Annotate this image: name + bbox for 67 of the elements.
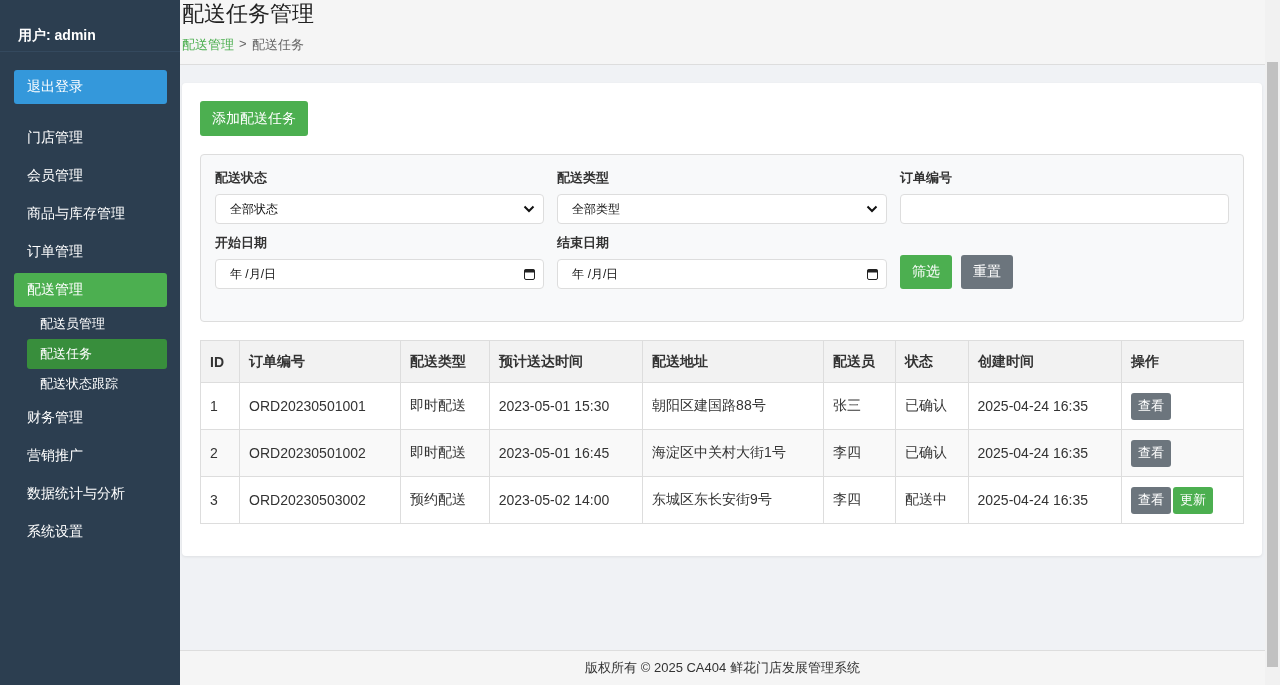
calendar-icon	[866, 268, 878, 280]
chevron-down-icon	[523, 205, 536, 213]
table-cell: 配送中	[895, 476, 968, 524]
nav-item[interactable]: 数据统计与分析	[14, 477, 167, 511]
table-cell: 预约配送	[400, 476, 490, 524]
table-cell: 2023-05-01 16:45	[489, 429, 643, 477]
column-header: 创建时间	[968, 340, 1122, 383]
view-button[interactable]: 查看	[1130, 439, 1171, 467]
table-cell: ORD20230503002	[239, 476, 401, 524]
table-cell: 2025-04-24 16:35	[968, 476, 1122, 524]
column-header: 配送地址	[642, 340, 824, 383]
table-cell: 张三	[823, 382, 896, 430]
table-cell: 朝阳区建国路88号	[642, 382, 824, 430]
column-header: 预计送达时间	[489, 340, 643, 383]
column-header: ID	[200, 340, 240, 383]
table-cell: 2023-05-02 14:00	[489, 476, 643, 524]
table-cell: 已确认	[895, 429, 968, 477]
select-field[interactable]: 全部状态	[215, 194, 545, 224]
table-cell: ORD20230501002	[239, 429, 401, 477]
nav-subitem[interactable]: 配送员管理	[27, 309, 167, 339]
table-cell: 2	[200, 429, 240, 477]
nav-item[interactable]: 门店管理	[14, 121, 167, 155]
view-button[interactable]: 查看	[1130, 392, 1171, 420]
table-cell: 1	[200, 382, 240, 430]
table-cell: 即时配送	[400, 382, 490, 430]
nav-item[interactable]: 订单管理	[14, 235, 167, 269]
column-header: 配送类型	[400, 340, 490, 383]
table-cell: 2025-04-24 16:35	[968, 382, 1122, 430]
table-cell: 李四	[823, 476, 896, 524]
date-field[interactable]: 年 /月/日	[215, 259, 545, 289]
breadcrumb-separator: >	[239, 36, 247, 53]
table-cell: 海淀区中关村大街1号	[642, 429, 824, 477]
date-field[interactable]: 年 /月/日	[557, 259, 887, 289]
nav-item[interactable]: 系统设置	[14, 515, 167, 549]
nav-subitem[interactable]: 配送状态跟踪	[27, 369, 167, 399]
table-cell: 2023-05-01 15:30	[489, 382, 643, 430]
field-label: 结束日期	[557, 234, 611, 252]
table-cell: 已确认	[895, 382, 968, 430]
column-header: 订单编号	[239, 340, 401, 383]
chevron-down-icon	[865, 205, 878, 213]
scrollbar[interactable]	[1265, 0, 1280, 685]
field-label: 配送状态	[215, 169, 268, 187]
column-header: 操作	[1121, 340, 1244, 383]
table-cell: 3	[200, 476, 240, 524]
field-label: 订单编号	[899, 169, 953, 187]
nav-item[interactable]: 商品与库存管理	[14, 197, 167, 231]
nav-item[interactable]: 财务管理	[14, 401, 167, 435]
copyright-text: 版权所有 © 2025 CA404 鲜花门店发展管理系统	[585, 659, 860, 677]
column-header: 配送员	[823, 340, 896, 383]
reset-button[interactable]: 重置	[960, 255, 1013, 289]
nav-item[interactable]: 营销推广	[14, 439, 167, 473]
table-cell: 即时配送	[400, 429, 490, 477]
input-field[interactable]	[899, 194, 1229, 224]
nav-item[interactable]: 会员管理	[14, 159, 167, 193]
select-field[interactable]: 全部类型	[557, 194, 887, 224]
page-title: 配送任务管理	[182, 0, 315, 28]
table-cell: 东城区东长安街9号	[642, 476, 824, 524]
field-label: 开始日期	[215, 234, 268, 252]
field-label: 配送类型	[557, 169, 611, 187]
table-cell: 2025-04-24 16:35	[968, 429, 1122, 477]
nav-subitem[interactable]: 配送任务	[27, 339, 167, 369]
table-cell: 李四	[823, 429, 896, 477]
view-button[interactable]: 查看	[1130, 486, 1171, 514]
table-cell: ORD20230501001	[239, 382, 401, 430]
column-header: 状态	[895, 340, 968, 383]
calendar-icon	[524, 268, 536, 280]
breadcrumb-current: 配送任务	[251, 36, 304, 54]
